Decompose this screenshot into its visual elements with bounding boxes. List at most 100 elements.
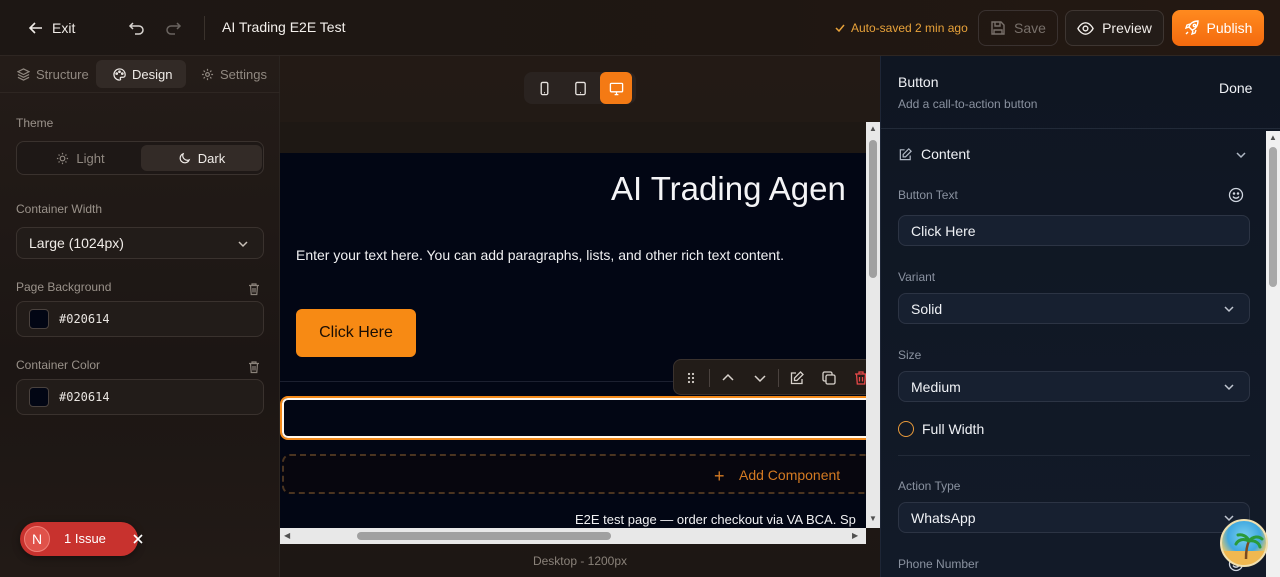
device-switcher	[524, 72, 636, 104]
variant-value: Solid	[911, 300, 943, 317]
device-mobile-button[interactable]	[528, 72, 560, 104]
toolbar-separator	[709, 369, 710, 387]
canvas-horizontal-scrollbar[interactable]: ◀ ▶	[280, 528, 866, 544]
canvas-vertical-scroll-thumb[interactable]	[869, 140, 877, 278]
scroll-left-icon[interactable]: ◀	[284, 531, 290, 540]
container-color-field[interactable]: #020614	[16, 379, 264, 415]
scroll-up-icon[interactable]: ▲	[1269, 133, 1277, 142]
top-bar: Exit AI Trading E2E Test Auto-saved 2 mi…	[0, 0, 1280, 56]
properties-title: Button	[898, 74, 939, 90]
chevron-down-icon	[1224, 306, 1234, 313]
chevron-down-icon[interactable]	[752, 370, 768, 386]
device-tablet-button[interactable]	[564, 72, 596, 104]
save-button[interactable]: Save	[978, 10, 1058, 46]
canvas-vertical-scrollbar[interactable]: ▲ ▼	[866, 122, 880, 528]
properties-panel: Button Add a call-to-action button Done …	[880, 56, 1280, 577]
page-background-value: #020614	[59, 312, 110, 326]
drag-handle-icon[interactable]	[683, 370, 699, 386]
action-type-label: Action Type	[898, 479, 961, 493]
plus-icon: +	[714, 466, 725, 486]
container-width-label: Container Width	[16, 202, 103, 216]
exit-button[interactable]: Exit	[18, 14, 85, 42]
editor-canvas: AI Trading Agen Enter your text here. Yo…	[280, 56, 880, 577]
eye-icon	[1077, 21, 1094, 35]
issues-pill[interactable]: N 1 Issue	[20, 522, 143, 556]
page-background-swatch[interactable]	[29, 309, 49, 329]
properties-subtitle: Add a call-to-action button	[898, 97, 1038, 111]
trash-icon[interactable]	[247, 282, 261, 296]
button-text-label: Button Text	[898, 188, 958, 202]
check-icon	[835, 24, 845, 33]
redo-icon[interactable]	[164, 19, 182, 37]
preview-button[interactable]: Preview	[1065, 10, 1164, 46]
size-label: Size	[898, 348, 922, 362]
layers-icon	[17, 67, 30, 81]
tab-settings[interactable]: Settings	[193, 60, 275, 88]
tablet-icon	[574, 81, 586, 95]
scroll-up-icon[interactable]: ▲	[869, 124, 877, 133]
hero-cta-button[interactable]: Click Here	[296, 309, 416, 357]
container-color-swatch[interactable]	[29, 387, 49, 407]
scroll-down-icon[interactable]: ▼	[869, 514, 877, 523]
hero-title[interactable]: AI Trading Agen	[611, 170, 846, 208]
container-color-label: Container Color	[16, 358, 101, 372]
canvas-horizontal-scroll-thumb[interactable]	[357, 532, 611, 540]
theme-dark-option[interactable]: Dark	[141, 145, 262, 171]
properties-scrollbar[interactable]: ▲	[1266, 131, 1280, 577]
theme-light-option[interactable]: Light	[20, 145, 141, 171]
properties-scroll-thumb[interactable]	[1269, 147, 1277, 287]
save-icon	[991, 21, 1005, 35]
palette-icon	[113, 67, 126, 81]
page-preview-frame: AI Trading Agen Enter your text here. Yo…	[280, 122, 866, 528]
theme-label: Theme	[16, 116, 54, 130]
chevron-down-icon	[238, 241, 248, 248]
tab-design[interactable]: Design	[96, 60, 186, 88]
chevron-down-icon[interactable]	[1235, 149, 1247, 161]
selected-button-block[interactable]	[280, 396, 866, 440]
full-width-checkbox[interactable]	[898, 421, 914, 437]
trash-icon[interactable]	[853, 370, 866, 386]
action-type-value: WhatsApp	[911, 509, 976, 526]
scroll-right-icon[interactable]: ▶	[852, 531, 858, 540]
add-component-button[interactable]: + Add Component	[282, 454, 866, 494]
edit-icon[interactable]	[789, 370, 805, 386]
content-section-title: Content	[921, 146, 971, 162]
device-size-label: Desktop - 1200px	[532, 554, 628, 568]
chevron-up-icon[interactable]	[720, 370, 736, 386]
close-icon[interactable]	[133, 534, 143, 544]
device-desktop-button[interactable]	[600, 72, 632, 104]
section-divider	[898, 455, 1250, 456]
action-type-select[interactable]: WhatsApp	[898, 502, 1250, 533]
arrow-left-icon	[28, 22, 42, 34]
theme-light-label: Light	[76, 150, 105, 166]
variant-label: Variant	[898, 270, 936, 284]
page-background-color-field[interactable]: #020614	[16, 301, 264, 337]
size-select[interactable]: Medium	[898, 371, 1250, 402]
toolbar-divider	[204, 16, 205, 40]
publish-button[interactable]: Publish	[1172, 10, 1264, 46]
button-text-input[interactable]: Click Here	[898, 215, 1250, 246]
issue-count: 1 Issue	[64, 531, 106, 546]
emoji-icon[interactable]	[1228, 187, 1244, 203]
content-section-header[interactable]: Content	[898, 146, 970, 162]
tab-structure[interactable]: Structure	[9, 60, 97, 88]
page-title: AI Trading E2E Test	[222, 19, 346, 35]
size-value: Medium	[911, 378, 961, 395]
duplicate-icon[interactable]	[821, 370, 837, 386]
assistant-avatar[interactable]	[1220, 519, 1268, 567]
undo-icon[interactable]	[128, 19, 146, 37]
tab-structure-label: Structure	[36, 66, 89, 82]
full-width-label: Full Width	[922, 421, 985, 437]
button-text-value: Click Here	[911, 222, 976, 239]
gear-icon	[201, 68, 214, 80]
footer-text[interactable]: E2E test page — order checkout via VA BC…	[575, 512, 856, 527]
hero-text[interactable]: Enter your text here. You can add paragr…	[296, 247, 784, 263]
done-button[interactable]: Done	[1219, 80, 1252, 96]
container-width-select[interactable]: Large (1024px)	[16, 227, 264, 259]
autosave-text: Auto-saved 2 min ago	[851, 21, 968, 35]
trash-icon[interactable]	[247, 360, 261, 374]
phone-number-label: Phone Number	[898, 557, 979, 571]
add-component-label: Add Component	[739, 467, 841, 483]
variant-select[interactable]: Solid	[898, 293, 1250, 324]
theme-dark-label: Dark	[197, 150, 226, 166]
